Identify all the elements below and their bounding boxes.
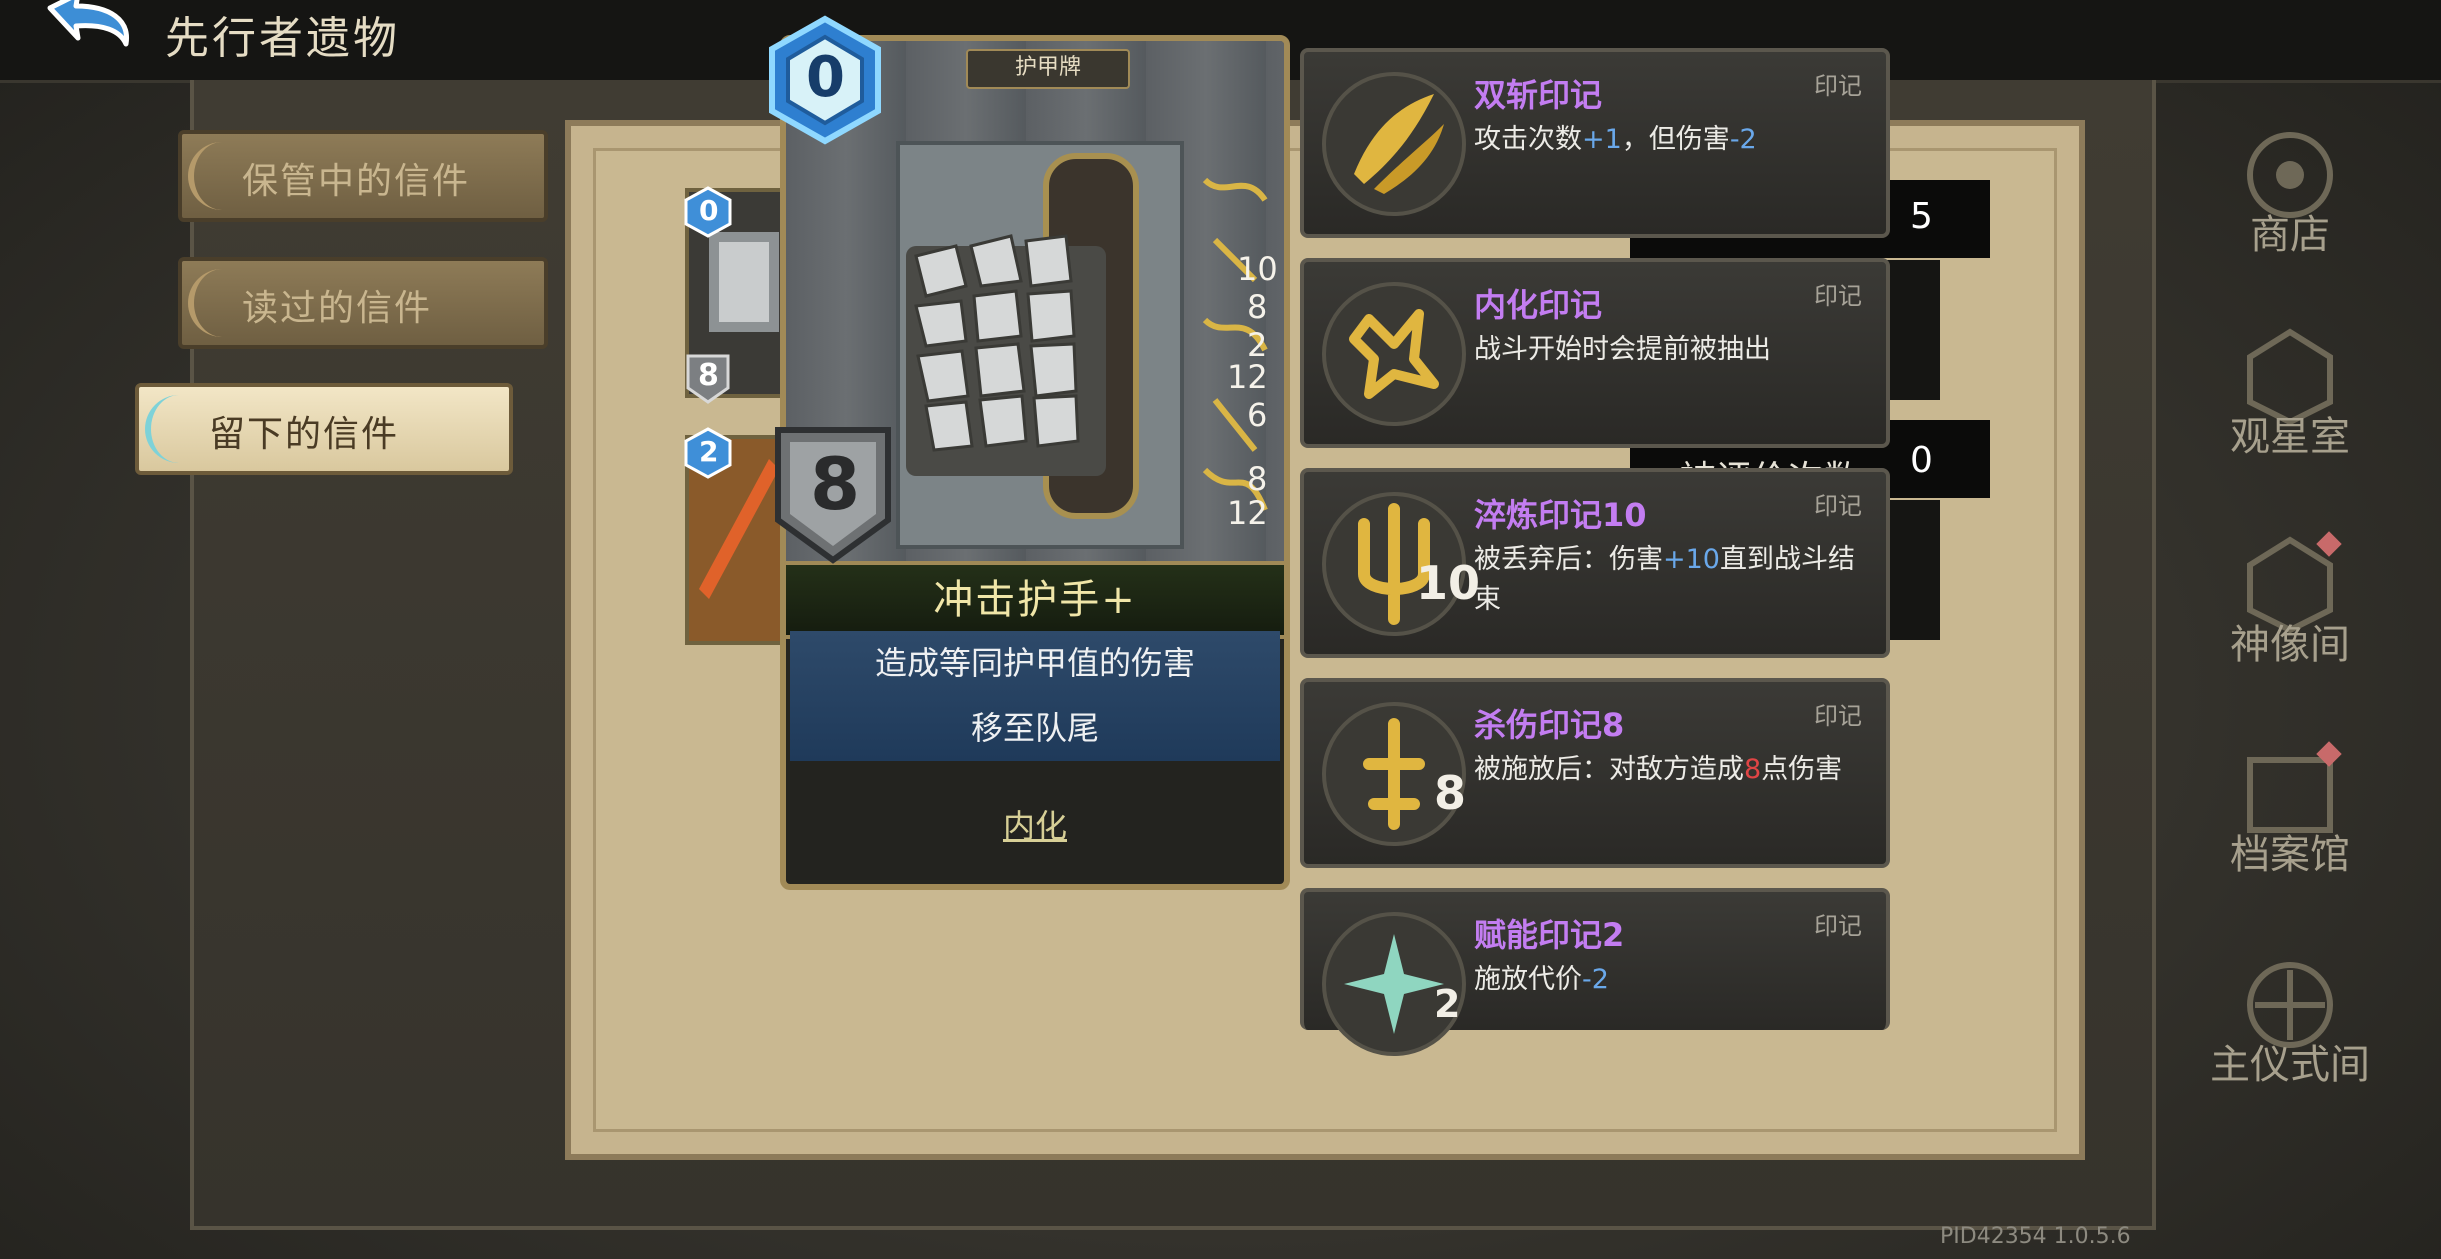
sigil-desc-text: 攻击次数	[1474, 124, 1582, 155]
sigil-desc-number: -2	[1582, 964, 1609, 995]
sigil-title: 淬炼印记10	[1474, 496, 1647, 534]
tab-read-letters[interactable]: 读过的信件	[178, 257, 548, 349]
stat-value-2: 0	[1910, 440, 1933, 481]
tab-left-letters[interactable]: 留下的信件	[135, 383, 513, 475]
tab-label: 读过的信件	[242, 288, 433, 329]
tab-label: 保管中的信件	[242, 161, 471, 202]
card-cost-badge: 0	[760, 15, 890, 145]
card-description: 造成等同护甲值的伤害 移至队尾	[790, 631, 1280, 761]
sigil-level: 8	[1434, 766, 1467, 820]
sigil-desc-number: -2	[1729, 124, 1757, 155]
nav-label: 神像间	[2230, 622, 2350, 668]
card-name: 冲击护手+	[933, 577, 1137, 623]
tab-label: 留下的信件	[209, 414, 400, 455]
sigil-desc: 被丢弃后：伤害+10直到战斗结束	[1474, 540, 1874, 620]
back-button[interactable]	[30, 0, 140, 62]
back-arrow-icon	[47, 0, 129, 47]
card-name-banner: 冲击护手+	[786, 561, 1284, 639]
card-type-label: 护甲牌	[966, 49, 1130, 89]
sigil-empower[interactable]: 2 赋能印记2 印记 施放代价-2	[1300, 888, 1890, 1056]
tab-notch	[188, 269, 224, 337]
nav-statue-room[interactable]: 神像间	[2190, 530, 2390, 700]
sigil-double-slash[interactable]: 双斩印记 印记 攻击次数+1，但伤害-2	[1300, 48, 1890, 238]
sigil-desc: 攻击次数+1，但伤害-2	[1474, 120, 1874, 160]
nav-label: 档案馆	[2230, 832, 2350, 878]
sigil-stack-num: 10	[1237, 250, 1278, 288]
sigil-stack-num: 6	[1247, 396, 1268, 434]
version-label: PID42354 1.0.5.6	[1940, 1224, 2131, 1249]
sigil-internalize[interactable]: 内化印记 印记 战斗开始时会提前被抽出	[1300, 258, 1890, 448]
mini-cost-badge: 0	[682, 186, 734, 238]
card-cost-value: 0	[806, 45, 845, 110]
sigil-tag: 印记	[1814, 702, 1862, 730]
card-armor-badge: 8	[768, 420, 898, 565]
sigil-desc: 施放代价-2	[1474, 960, 1874, 1000]
sigil-title: 双斩印记	[1474, 76, 1603, 114]
spiked-gauntlet-icon	[906, 153, 1139, 519]
sigil-tag: 印记	[1814, 72, 1862, 100]
double-slash-icon	[1314, 64, 1474, 224]
mini-armor-value: 8	[698, 358, 719, 393]
internalize-icon	[1314, 274, 1474, 434]
sigil-stack-icon	[1202, 177, 1268, 512]
card-desc-line-2: 移至队尾	[970, 709, 1099, 747]
sigil-stack-num: 8	[1247, 460, 1268, 498]
sigil-title: 内化印记	[1474, 286, 1603, 324]
sigil-desc-text: 被施放后：对敌方造成	[1474, 754, 1744, 785]
tab-stored-letters[interactable]: 保管中的信件	[178, 130, 548, 222]
sigil-tag: 印记	[1814, 492, 1862, 520]
sigil-desc-text: 点伤害	[1761, 754, 1843, 785]
mini-armor-badge: 8	[684, 352, 736, 404]
sigil-tag: 印记	[1814, 282, 1862, 310]
tab-notch	[188, 142, 224, 210]
mini-cost-value: 2	[699, 435, 719, 468]
sigil-kill[interactable]: 8 杀伤印记8 印记 被施放后：对敌方造成8点伤害	[1300, 678, 1890, 868]
sigil-desc-text: ，但伤害	[1621, 124, 1730, 155]
sigil-stack-num: 12	[1227, 494, 1268, 532]
sigil-stack-num: 12	[1227, 358, 1268, 396]
sigil-level: 2	[1434, 982, 1461, 1026]
tab-notch	[145, 395, 181, 463]
card-desc-line-1: 造成等同护甲值的伤害	[874, 644, 1195, 682]
sigil-desc-text: 被丢弃后：伤害	[1474, 544, 1663, 575]
nav-observatory[interactable]: 观星室	[2190, 322, 2390, 492]
sigil-temper[interactable]: 10 淬炼印记10 印记 被丢弃后：伤害+10直到战斗结束	[1300, 468, 1890, 658]
sigil-title: 杀伤印记8	[1474, 706, 1625, 744]
stat-value-1: 5	[1910, 196, 1933, 237]
mini-cost-value: 0	[699, 194, 719, 227]
sigil-desc-number: 8	[1744, 754, 1762, 785]
sigil-desc: 被施放后：对敌方造成8点伤害	[1474, 750, 1874, 790]
card-sigil-stack: 10 8 2 12 6 8 12	[1185, 160, 1285, 540]
sigil-level: 10	[1416, 556, 1481, 610]
nav-label: 商店	[2250, 212, 2330, 258]
page-title: 先行者遗物	[165, 13, 400, 64]
card-keyword[interactable]: 内化	[790, 801, 1280, 847]
nav-archive[interactable]: 档案馆	[2190, 740, 2390, 910]
nav-label: 主仪式间	[2210, 1042, 2370, 1088]
sigil-desc-number: +10	[1663, 544, 1720, 575]
sigil-stack-num: 8	[1247, 288, 1268, 326]
nav-shop[interactable]: 商店	[2190, 120, 2390, 290]
sigil-title: 赋能印记2	[1474, 916, 1625, 954]
sigil-tag: 印记	[1814, 912, 1862, 940]
mini-cost-badge: 2	[682, 427, 734, 479]
sigil-desc: 战斗开始时会提前被抽出	[1474, 334, 1771, 365]
sigil-desc-number: +1	[1582, 124, 1622, 155]
nav-ritual-room[interactable]: 主仪式间	[2190, 950, 2390, 1120]
card-armor-value: 8	[810, 442, 861, 526]
sigil-desc-text: 施放代价	[1474, 964, 1582, 995]
nav-label: 观星室	[2230, 414, 2350, 460]
